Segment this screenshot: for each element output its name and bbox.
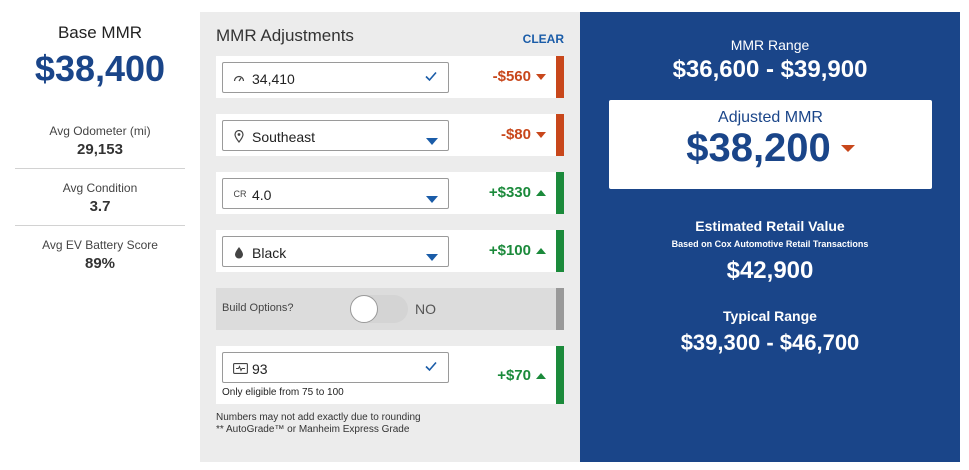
build-options-state: NO xyxy=(415,301,436,317)
base-mmr-value: $38,400 xyxy=(34,48,166,89)
retail-value-label: Estimated Retail Value xyxy=(695,218,845,234)
battery-adjustment: +$70 xyxy=(497,367,546,384)
battery-score-value: 93 xyxy=(252,361,268,377)
chevron-down-icon xyxy=(426,132,438,150)
stat-value: 29,153 xyxy=(77,141,123,158)
divider xyxy=(15,225,185,226)
adjusted-mmr-card: Adjusted MMR $38,200 xyxy=(609,100,932,189)
region-value: Southeast xyxy=(252,129,316,145)
adjusted-mmr-value: $38,200 xyxy=(686,126,831,170)
cr-icon: CR xyxy=(233,189,247,199)
condition-value: 4.0 xyxy=(252,187,272,203)
mmr-adjustments-panel: MMR Adjustments CLEAR 34,410 -$560 South… xyxy=(200,12,580,462)
battery-eligibility-hint: Only eligible from 75 to 100 xyxy=(222,387,344,398)
grade-note: ** AutoGrade™ or Manheim Express Grade xyxy=(216,424,410,435)
divider xyxy=(15,168,185,169)
retail-value-source: Based on Cox Automotive Retail Transacti… xyxy=(671,239,869,249)
stat-label: Avg Condition xyxy=(62,181,138,195)
adjustment-row-region: Southeast -$80 xyxy=(216,114,564,156)
check-icon xyxy=(424,69,438,88)
rounding-note: Numbers may not add exactly due to round… xyxy=(216,412,421,423)
stat-value: 89% xyxy=(84,255,116,272)
typical-range-value: $39,300 - $46,700 xyxy=(680,330,860,355)
odometer-adjustment: -$560 xyxy=(493,68,546,85)
build-options-toggle[interactable] xyxy=(350,295,408,323)
positive-indicator-bar xyxy=(556,230,564,272)
positive-indicator-bar xyxy=(556,346,564,404)
caret-down-icon xyxy=(840,145,855,152)
mmr-range-value: $36,600 - $39,900 xyxy=(672,56,868,83)
chevron-down-icon xyxy=(426,248,438,266)
color-select[interactable]: Black xyxy=(222,236,449,267)
adjustment-row-build-options: Build Options? NO xyxy=(216,288,564,330)
stat-label: Avg Odometer (mi) xyxy=(49,124,151,138)
location-pin-icon xyxy=(232,129,246,143)
stat-avg-odometer: Avg Odometer (mi) 29,153 xyxy=(15,124,185,158)
toggle-knob xyxy=(350,295,378,323)
color-adjustment: +$100 xyxy=(489,242,546,259)
neutral-indicator-bar xyxy=(556,288,564,330)
caret-down-icon xyxy=(536,73,546,80)
paint-drop-icon xyxy=(232,245,246,259)
build-options-label: Build Options? xyxy=(222,302,294,314)
adjustment-row-condition: CR 4.0 +$330 xyxy=(216,172,564,214)
battery-score-input[interactable]: 93 xyxy=(222,352,449,383)
caret-up-icon xyxy=(536,247,546,254)
check-icon xyxy=(424,359,438,378)
stat-avg-ev-battery: Avg EV Battery Score 89% xyxy=(15,238,185,272)
adjustments-title: MMR Adjustments xyxy=(216,26,354,45)
chevron-down-icon xyxy=(426,190,438,208)
mmr-summary-panel: MMR Range $36,600 - $39,900 Adjusted MMR… xyxy=(580,12,960,462)
adjustment-amount: -$80 xyxy=(500,126,531,143)
adjustment-amount: -$560 xyxy=(492,68,531,85)
retail-value: $42,900 xyxy=(726,257,814,284)
color-value: Black xyxy=(252,245,287,261)
adjustment-row-odometer: 34,410 -$560 xyxy=(216,56,564,98)
adjustment-amount: +$330 xyxy=(488,184,531,201)
adjustment-row-color: Black +$100 xyxy=(216,230,564,272)
region-adjustment: -$80 xyxy=(501,126,546,143)
adjusted-mmr-value-row: $38,200 xyxy=(609,126,932,171)
adjustment-amount: +$70 xyxy=(497,367,531,384)
adjustment-amount: +$100 xyxy=(488,242,531,259)
odometer-input[interactable]: 34,410 xyxy=(222,62,449,93)
base-mmr-panel: Base MMR $38,400 Avg Odometer (mi) 29,15… xyxy=(0,0,200,470)
odometer-value: 34,410 xyxy=(252,71,295,87)
mmr-range-label: MMR Range xyxy=(730,37,810,53)
footnote: Numbers may not add exactly due to round… xyxy=(216,412,421,436)
stat-value: 3.7 xyxy=(89,198,111,215)
condition-adjustment: +$330 xyxy=(489,184,546,201)
adjustment-row-battery: 93 Only eligible from 75 to 100 +$70 xyxy=(216,346,564,404)
positive-indicator-bar xyxy=(556,172,564,214)
adjusted-mmr-label: Adjusted MMR xyxy=(718,109,823,126)
odometer-icon xyxy=(232,71,246,85)
caret-up-icon xyxy=(536,372,546,379)
caret-down-icon xyxy=(536,131,546,138)
battery-icon xyxy=(232,361,248,375)
base-mmr-label: Base MMR xyxy=(57,23,143,42)
typical-range-label: Typical Range xyxy=(723,308,817,324)
condition-select[interactable]: CR 4.0 xyxy=(222,178,449,209)
stat-avg-condition: Avg Condition 3.7 xyxy=(15,181,185,215)
caret-up-icon xyxy=(536,189,546,196)
stat-label: Avg EV Battery Score xyxy=(42,238,158,252)
negative-indicator-bar xyxy=(556,56,564,98)
clear-button[interactable]: CLEAR xyxy=(523,32,564,46)
region-select[interactable]: Southeast xyxy=(222,120,449,151)
negative-indicator-bar xyxy=(556,114,564,156)
